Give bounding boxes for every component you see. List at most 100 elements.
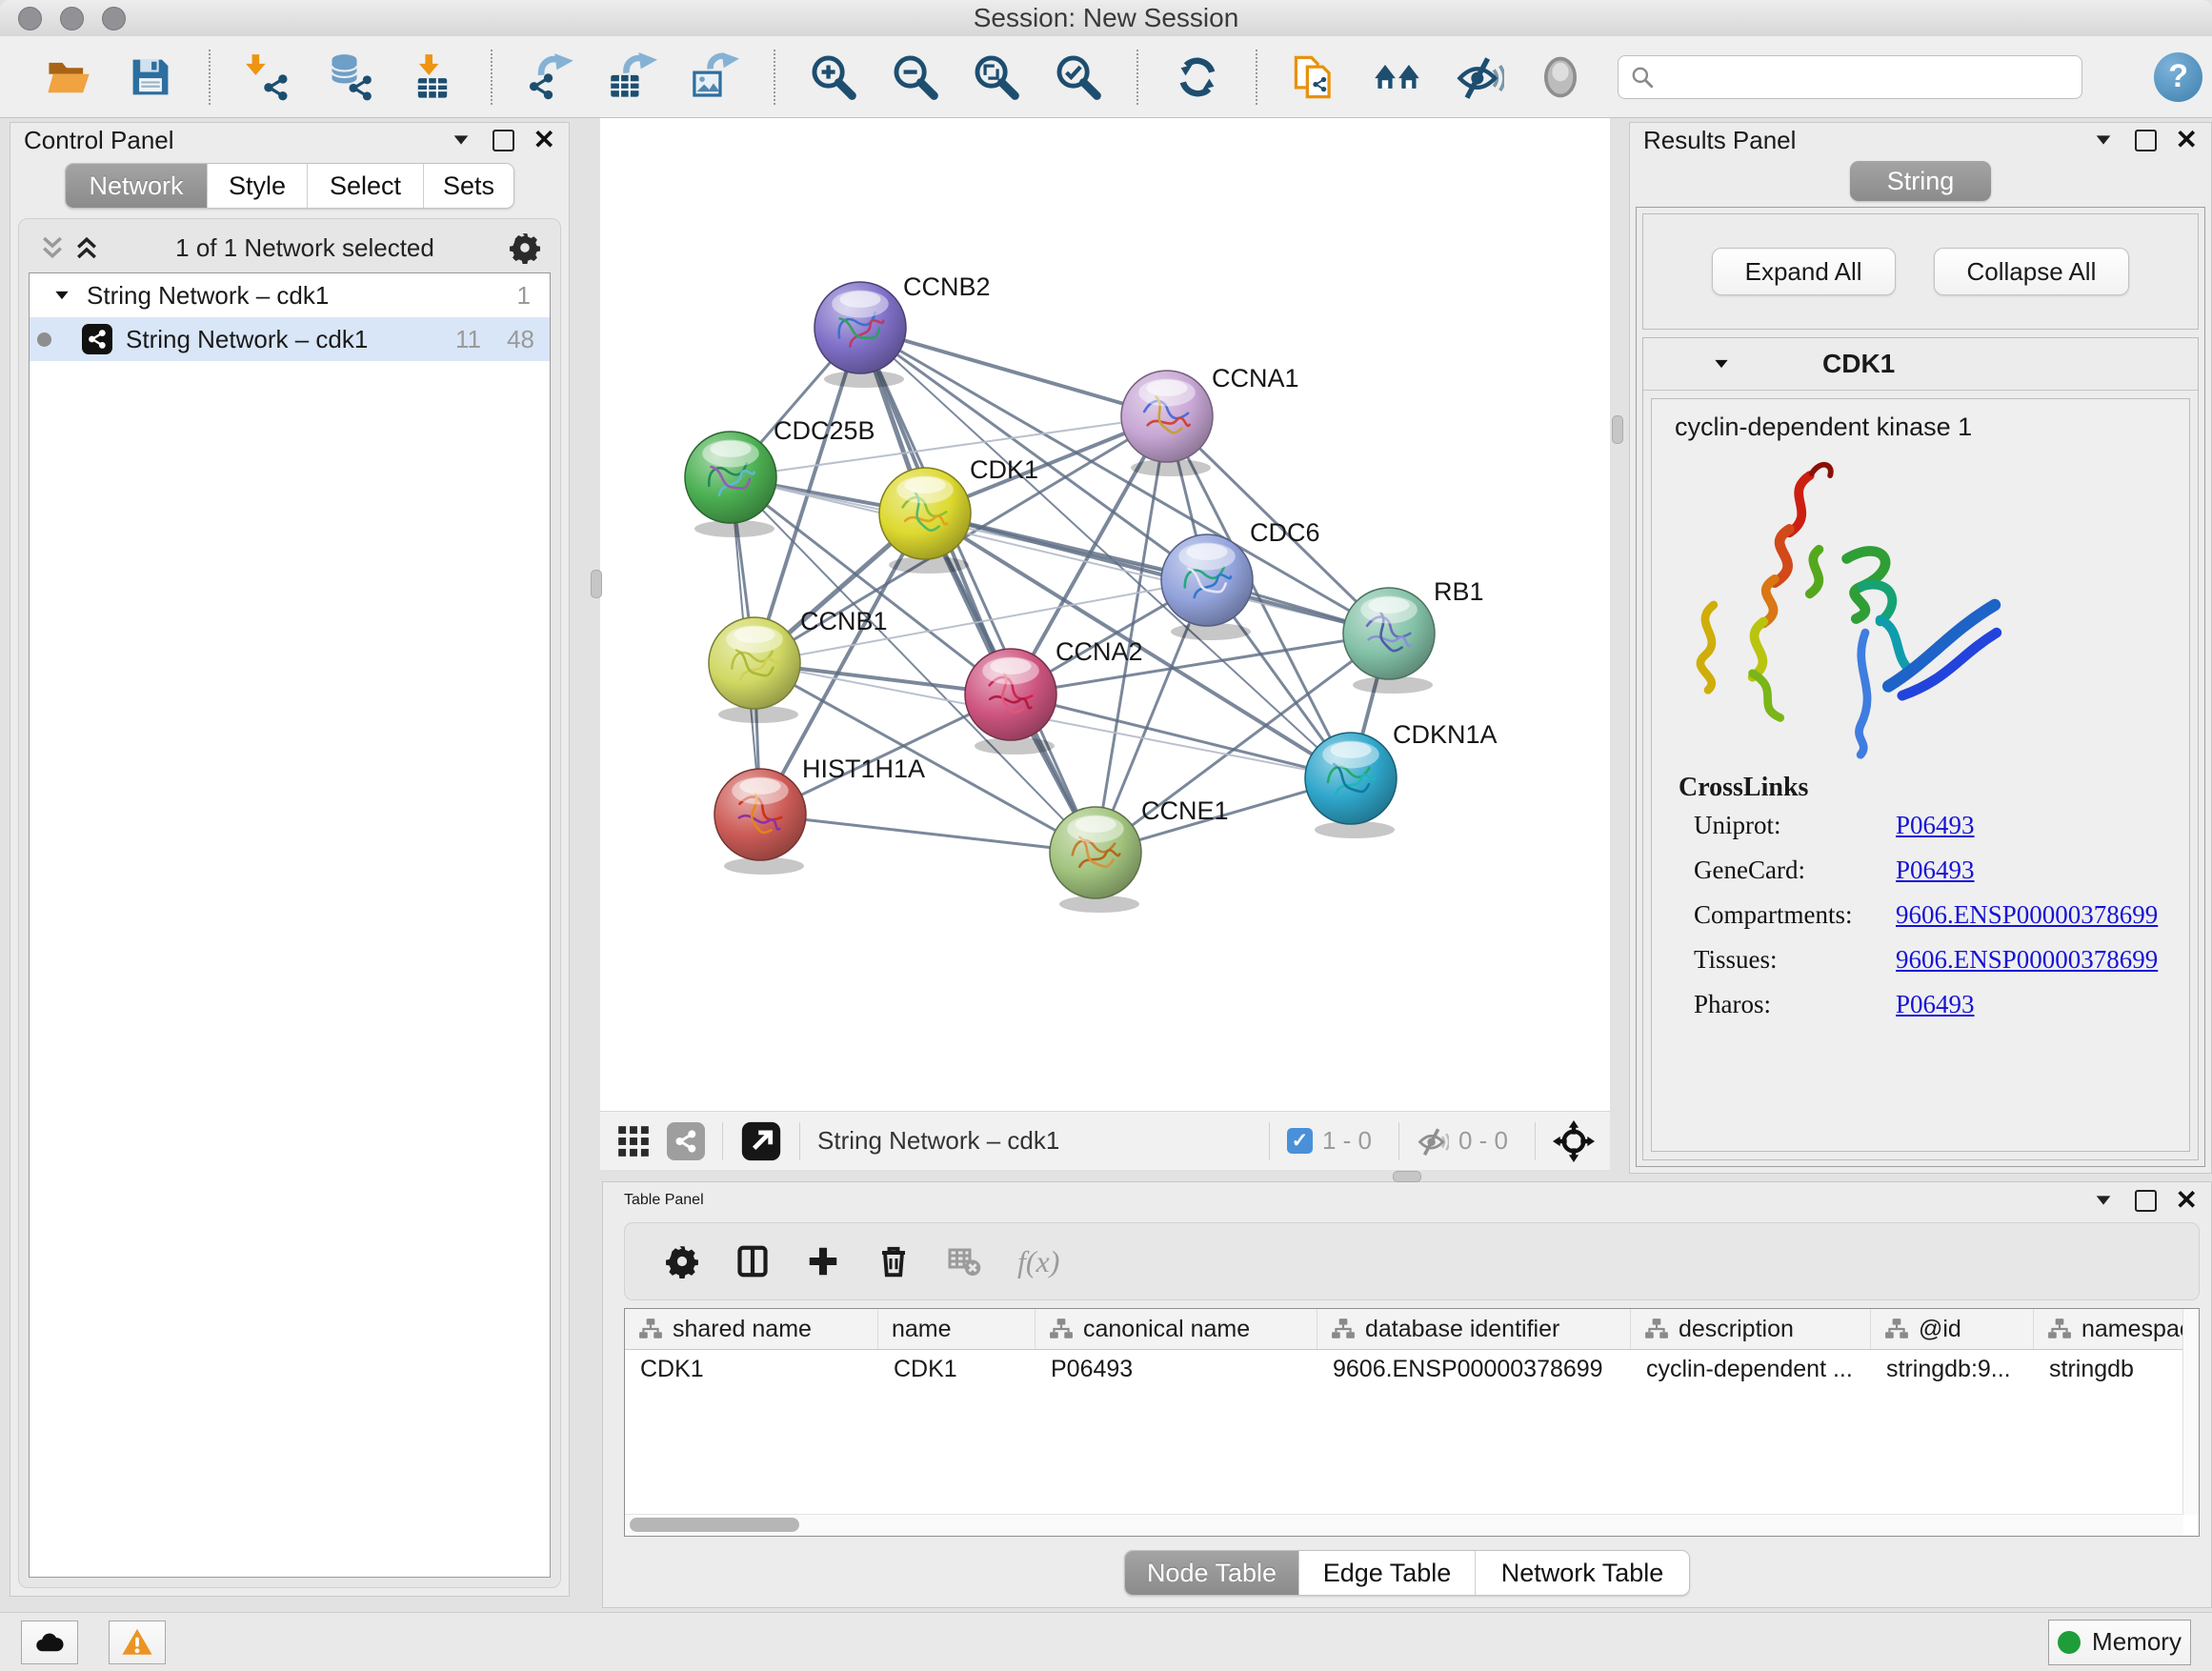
network-edge[interactable] xyxy=(860,328,1167,416)
column-header--id[interactable]: @id xyxy=(1871,1309,2034,1349)
tab-style[interactable]: Style xyxy=(208,164,308,208)
pan-crosshair-icon[interactable] xyxy=(1553,1120,1595,1162)
save-session-icon[interactable] xyxy=(126,51,176,103)
network-row[interactable]: String Network – cdk1 11 48 xyxy=(30,317,550,361)
zoom-selected-icon[interactable] xyxy=(1054,51,1104,103)
results-panel-title: Results Panel xyxy=(1643,126,1796,155)
zoom-fit-content-icon[interactable] xyxy=(972,51,1022,103)
import-network-from-file-icon[interactable] xyxy=(244,51,294,103)
network-node-ccna2[interactable] xyxy=(965,649,1056,755)
network-node-cdk1[interactable] xyxy=(879,468,971,574)
export-table-icon[interactable] xyxy=(608,51,658,103)
network-edge[interactable] xyxy=(760,815,1096,853)
column-header-namespac[interactable]: namespac xyxy=(2034,1309,2199,1349)
memory-button[interactable]: Memory xyxy=(2048,1620,2191,1665)
export-image-icon[interactable] xyxy=(690,51,740,103)
crosslink-link[interactable]: P06493 xyxy=(1896,856,1975,885)
tab-string[interactable]: String xyxy=(1850,161,1991,201)
table-panel-menu-icon[interactable] xyxy=(2093,1190,2114,1211)
network-node-ccnb1[interactable] xyxy=(709,617,800,723)
crosslink-link[interactable]: 9606.ENSP00000378699 xyxy=(1896,900,2158,930)
table-cell: CDK1 xyxy=(625,1350,878,1388)
network-node-cdkn1a[interactable] xyxy=(1305,733,1397,838)
search-input[interactable] xyxy=(1662,63,2071,91)
node-result-header[interactable]: CDK1 xyxy=(1643,338,2198,391)
scrollbar-thumb[interactable] xyxy=(630,1518,799,1532)
table-panel-float-icon[interactable] xyxy=(2135,1190,2157,1212)
warnings-button[interactable] xyxy=(109,1621,166,1664)
results-panel-float-icon[interactable] xyxy=(2135,130,2157,151)
search-field[interactable] xyxy=(1618,55,2083,99)
column-header-description[interactable]: description xyxy=(1631,1309,1871,1349)
network-node-ccne1[interactable] xyxy=(1050,807,1141,913)
zoom-in-icon[interactable] xyxy=(809,51,859,103)
control-panel-menu-icon[interactable] xyxy=(451,130,472,151)
zoom-out-icon[interactable] xyxy=(890,51,940,103)
column-header-name[interactable]: name xyxy=(878,1309,1036,1349)
table-options-gear-icon[interactable] xyxy=(665,1244,699,1278)
tab-select[interactable]: Select xyxy=(308,164,424,208)
column-header-shared-name[interactable]: shared name xyxy=(625,1309,878,1349)
network-node-hist1h1a[interactable] xyxy=(714,769,806,875)
right-splitter-handle[interactable] xyxy=(1612,415,1623,444)
network-collection-row[interactable]: String Network – cdk1 1 xyxy=(30,273,550,317)
selected-nodes-checkbox-icon[interactable]: ✓ xyxy=(1287,1128,1313,1154)
crosslink-link[interactable]: P06493 xyxy=(1896,811,1975,840)
crosslink-link[interactable]: 9606.ENSP00000378699 xyxy=(1896,945,2158,975)
collection-expand-icon[interactable] xyxy=(52,286,71,305)
network-node-cdc25b[interactable] xyxy=(685,432,776,537)
protein-structure-image xyxy=(1665,448,2065,762)
crosslink-link[interactable]: P06493 xyxy=(1896,990,1975,1019)
import-network-from-database-icon[interactable] xyxy=(326,51,376,103)
table-row[interactable]: CDK1CDK1P064939606.ENSP00000378699cyclin… xyxy=(625,1350,2199,1388)
delete-column-icon[interactable] xyxy=(876,1244,911,1278)
left-splitter-handle[interactable] xyxy=(591,570,602,598)
grid-view-icon[interactable] xyxy=(615,1123,652,1159)
network-share-icon[interactable] xyxy=(667,1122,705,1160)
export-network-icon[interactable] xyxy=(526,51,576,103)
tab-edge-table[interactable]: Edge Table xyxy=(1299,1551,1476,1595)
network-node-ccnb2[interactable] xyxy=(814,282,906,388)
collapse-all-networks-icon[interactable] xyxy=(38,233,67,262)
node-label: CDC25B xyxy=(774,416,875,445)
add-column-icon[interactable] xyxy=(806,1244,840,1278)
hide-selected-icon[interactable] xyxy=(1454,51,1504,103)
help-button[interactable]: ? xyxy=(2154,52,2202,102)
table-horizontal-scrollbar[interactable] xyxy=(625,1514,2183,1536)
tab-sets[interactable]: Sets xyxy=(424,164,513,208)
network-type-icon xyxy=(82,324,112,354)
column-header-database-identifier[interactable]: database identifier xyxy=(1317,1309,1631,1349)
network-canvas[interactable]: CCNB2CCNA1CDC25BCDK1CDC6RB1CCNB1CCNA2CDK… xyxy=(600,118,1610,1111)
results-panel-menu-icon[interactable] xyxy=(2093,130,2114,151)
network-node-rb1[interactable] xyxy=(1343,588,1435,694)
control-panel-float-icon[interactable] xyxy=(493,130,514,151)
new-network-from-selection-icon[interactable] xyxy=(1291,51,1341,103)
cloud-button[interactable] xyxy=(21,1621,78,1664)
tab-network[interactable]: Network xyxy=(66,164,208,208)
show-hidden-icon[interactable] xyxy=(1536,51,1586,103)
expand-all-button[interactable]: Expand All xyxy=(1712,248,1896,295)
first-neighbors-icon[interactable] xyxy=(1373,51,1423,103)
show-columns-icon[interactable] xyxy=(735,1244,770,1278)
memory-status-dot-icon xyxy=(2058,1631,2081,1654)
node-label: CCNA2 xyxy=(1056,637,1143,666)
table-cell: cyclin-dependent ... xyxy=(1631,1350,1871,1388)
node-result-collapse-icon[interactable] xyxy=(1712,354,1731,373)
control-panel-close-icon[interactable]: ✕ xyxy=(533,127,555,153)
results-panel-close-icon[interactable]: ✕ xyxy=(2176,127,2198,153)
apply-preferred-layout-icon[interactable] xyxy=(1172,51,1222,103)
detach-view-icon[interactable] xyxy=(740,1120,782,1162)
table-panel-close-icon[interactable]: ✕ xyxy=(2176,1187,2198,1214)
open-session-icon[interactable] xyxy=(44,51,94,103)
tab-network-table[interactable]: Network Table xyxy=(1476,1551,1689,1595)
expand-all-networks-icon[interactable] xyxy=(72,233,101,262)
table-vertical-scrollbar[interactable] xyxy=(2182,1309,2199,1515)
network-options-gear-icon[interactable] xyxy=(509,232,541,264)
tab-node-table[interactable]: Node Table xyxy=(1125,1551,1299,1595)
import-table-from-file-icon[interactable] xyxy=(408,51,458,103)
hidden-eye-slash-icon[interactable] xyxy=(1417,1125,1449,1158)
column-header-canonical-name[interactable]: canonical name xyxy=(1036,1309,1317,1349)
collapse-all-button[interactable]: Collapse All xyxy=(1934,248,2130,295)
network-node-ccna1[interactable] xyxy=(1121,371,1213,476)
bottom-splitter-handle[interactable] xyxy=(1393,1171,1421,1182)
